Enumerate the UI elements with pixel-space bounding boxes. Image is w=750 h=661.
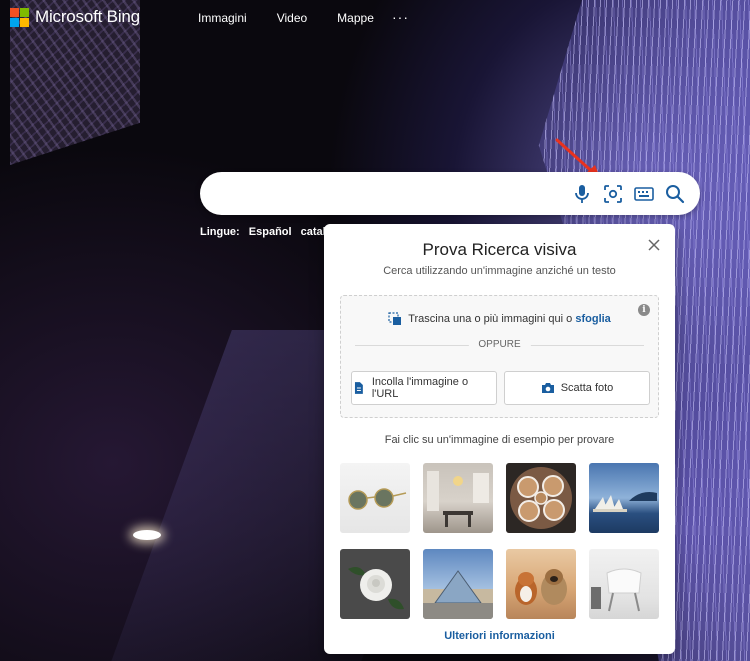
popup-subtitle: Cerca utilizzando un'immagine anziché un… — [383, 265, 616, 277]
drag-text: Trascina una o più immagini qui o — [408, 312, 573, 325]
top-nav: Immagini Video Mappe — [198, 11, 404, 25]
example-image-coffee-cups[interactable] — [506, 463, 576, 533]
example-image-sunglasses[interactable] — [340, 463, 410, 533]
bing-logo[interactable]: Microsoft Bing — [10, 7, 140, 27]
visual-search-popup: Prova Ricerca visiva Cerca utilizzando u… — [324, 224, 675, 654]
language-links: Lingue: Español català — [200, 226, 338, 238]
brand-name: Microsoft Bing — [35, 7, 140, 26]
more-menu-button[interactable]: ··· — [392, 9, 409, 25]
examples-label: Fai clic su un'immagine di esempio per p… — [384, 434, 615, 446]
languages-label: Lingue: — [200, 226, 240, 238]
example-image-white-rose[interactable] — [340, 549, 410, 619]
image-drop-zone[interactable]: i Trascina una o più immagini qui o sfog… — [340, 295, 659, 418]
browse-link[interactable]: sfoglia — [575, 313, 610, 325]
nav-item-mappe[interactable]: Mappe — [337, 11, 374, 25]
language-link-espanol[interactable]: Español — [249, 226, 292, 238]
example-image-sydney-opera-house[interactable] — [589, 463, 659, 533]
take-photo-button[interactable]: Scatta foto — [504, 371, 650, 405]
search-icon[interactable] — [663, 182, 687, 206]
document-icon — [354, 382, 363, 394]
paste-image-url-button[interactable]: Incolla l'immagine o l'URL — [351, 371, 497, 405]
photo-button-label: Scatta foto — [560, 382, 614, 394]
nav-item-video[interactable]: Video — [277, 11, 307, 25]
example-image-louvre-pyramid[interactable] — [423, 549, 493, 619]
paste-button-label: Incolla l'immagine o l'URL — [371, 376, 469, 400]
popup-title: Prova Ricerca visiva — [422, 240, 577, 259]
or-separator: OPPURE — [468, 339, 531, 350]
drag-image-icon — [388, 312, 402, 325]
drag-instructions: Trascina una o più immagini qui o sfogli… — [341, 312, 658, 326]
microsoft-logo-icon — [10, 7, 29, 27]
nav-item-immagini[interactable]: Immagini — [198, 11, 247, 25]
ceiling-lamp — [133, 530, 161, 540]
more-info-link[interactable]: Ulteriori informazioni — [324, 630, 675, 642]
example-image-dining-room[interactable] — [423, 463, 493, 533]
camera-icon — [541, 383, 554, 393]
keyboard-icon[interactable] — [632, 182, 656, 206]
example-image-white-chair[interactable] — [589, 549, 659, 619]
visual-search-icon[interactable] — [601, 182, 625, 206]
microphone-icon[interactable] — [570, 182, 594, 206]
search-box[interactable] — [200, 172, 700, 215]
example-image-dogs[interactable] — [506, 549, 576, 619]
